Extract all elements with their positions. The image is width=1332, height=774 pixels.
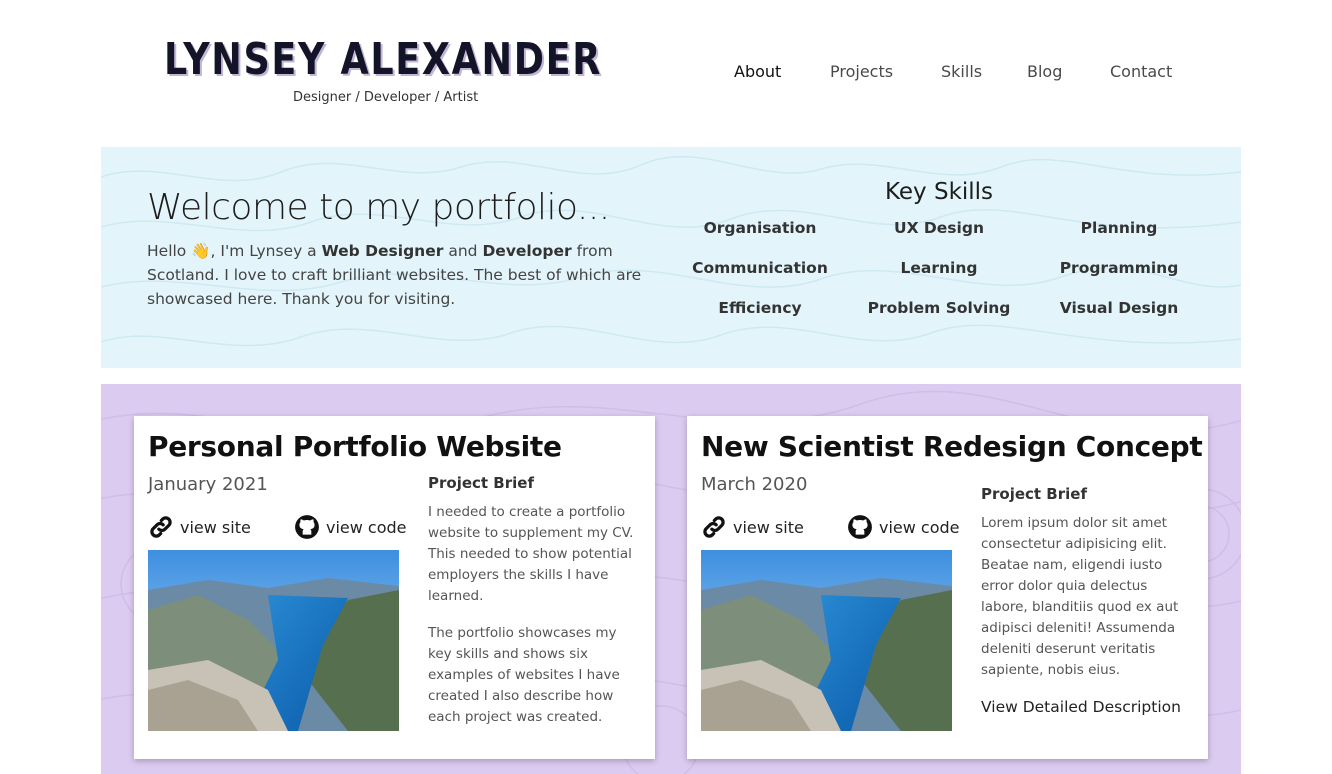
view-code-link[interactable]: view code [294, 514, 407, 540]
fjord-landscape-image [701, 550, 952, 731]
waving-hand-icon: 👋 [191, 242, 211, 260]
skill-item: Learning [900, 259, 978, 277]
project-brief-paragraph: Lorem ipsum dolor sit amet consectetur a… [981, 515, 1179, 678]
nav-contact[interactable]: Contact [1110, 62, 1172, 81]
project-title: New Scientist Redesign Concept [701, 430, 1203, 463]
project-screenshot-image[interactable] [148, 550, 399, 731]
view-site-link[interactable]: view site [148, 514, 251, 540]
project-title: Personal Portfolio Website [148, 430, 562, 463]
project-date: March 2020 [701, 474, 808, 495]
project-brief-paragraph: The portfolio showcases my key skills an… [428, 625, 620, 725]
site-logo[interactable]: LYNSEY ALEXANDER LYNSEY ALEXANDER [164, 34, 608, 82]
github-icon [848, 515, 872, 539]
view-code-link[interactable]: view code [847, 514, 960, 540]
project-screenshot-image[interactable] [701, 550, 952, 731]
hero-intro: Hello 👋, I'm Lynsey a Web Designer and D… [147, 242, 642, 308]
project-brief-paragraph: I needed to create a portfolio website t… [428, 504, 634, 604]
link-icon [703, 516, 725, 538]
hero-section: Welcome to my portfolio... Hello 👋, I'm … [101, 147, 1241, 368]
skill-item: Problem Solving [867, 299, 1011, 317]
link-icon [150, 516, 172, 538]
project-date: January 2021 [148, 474, 268, 495]
github-icon [295, 515, 319, 539]
svg-text:LYNSEY ALEXANDER: LYNSEY ALEXANDER [164, 34, 602, 82]
skill-item: Planning [1080, 219, 1158, 237]
site-tagline: Designer / Developer / Artist [293, 90, 479, 105]
projects-section: Personal Portfolio Website January 2021 … [101, 384, 1241, 774]
project-card: New Scientist Redesign Concept March 202… [687, 416, 1208, 759]
project-brief-heading: Project Brief [428, 474, 534, 492]
skill-item: Efficiency [718, 299, 802, 317]
skill-item: Visual Design [1059, 299, 1179, 317]
key-skills-title: Key Skills [884, 179, 994, 205]
nav-about[interactable]: About [734, 62, 781, 81]
skill-item: Communication [692, 259, 828, 277]
skill-item: Programming [1059, 259, 1179, 277]
project-brief-heading: Project Brief [981, 485, 1087, 503]
fjord-landscape-image [148, 550, 399, 731]
nav-projects[interactable]: Projects [830, 62, 893, 81]
hero-title: Welcome to my portfolio... [147, 187, 610, 228]
nav-blog[interactable]: Blog [1027, 62, 1062, 81]
site-header: LYNSEY ALEXANDER LYNSEY ALEXANDER Design… [0, 0, 1332, 140]
skill-item: UX Design [894, 219, 984, 237]
view-site-link[interactable]: view site [701, 514, 804, 540]
view-detailed-description-link[interactable]: View Detailed Description [981, 698, 1181, 716]
project-card: Personal Portfolio Website January 2021 … [134, 416, 655, 759]
nav-skills[interactable]: Skills [941, 62, 982, 81]
skill-item: Organisation [703, 219, 817, 237]
